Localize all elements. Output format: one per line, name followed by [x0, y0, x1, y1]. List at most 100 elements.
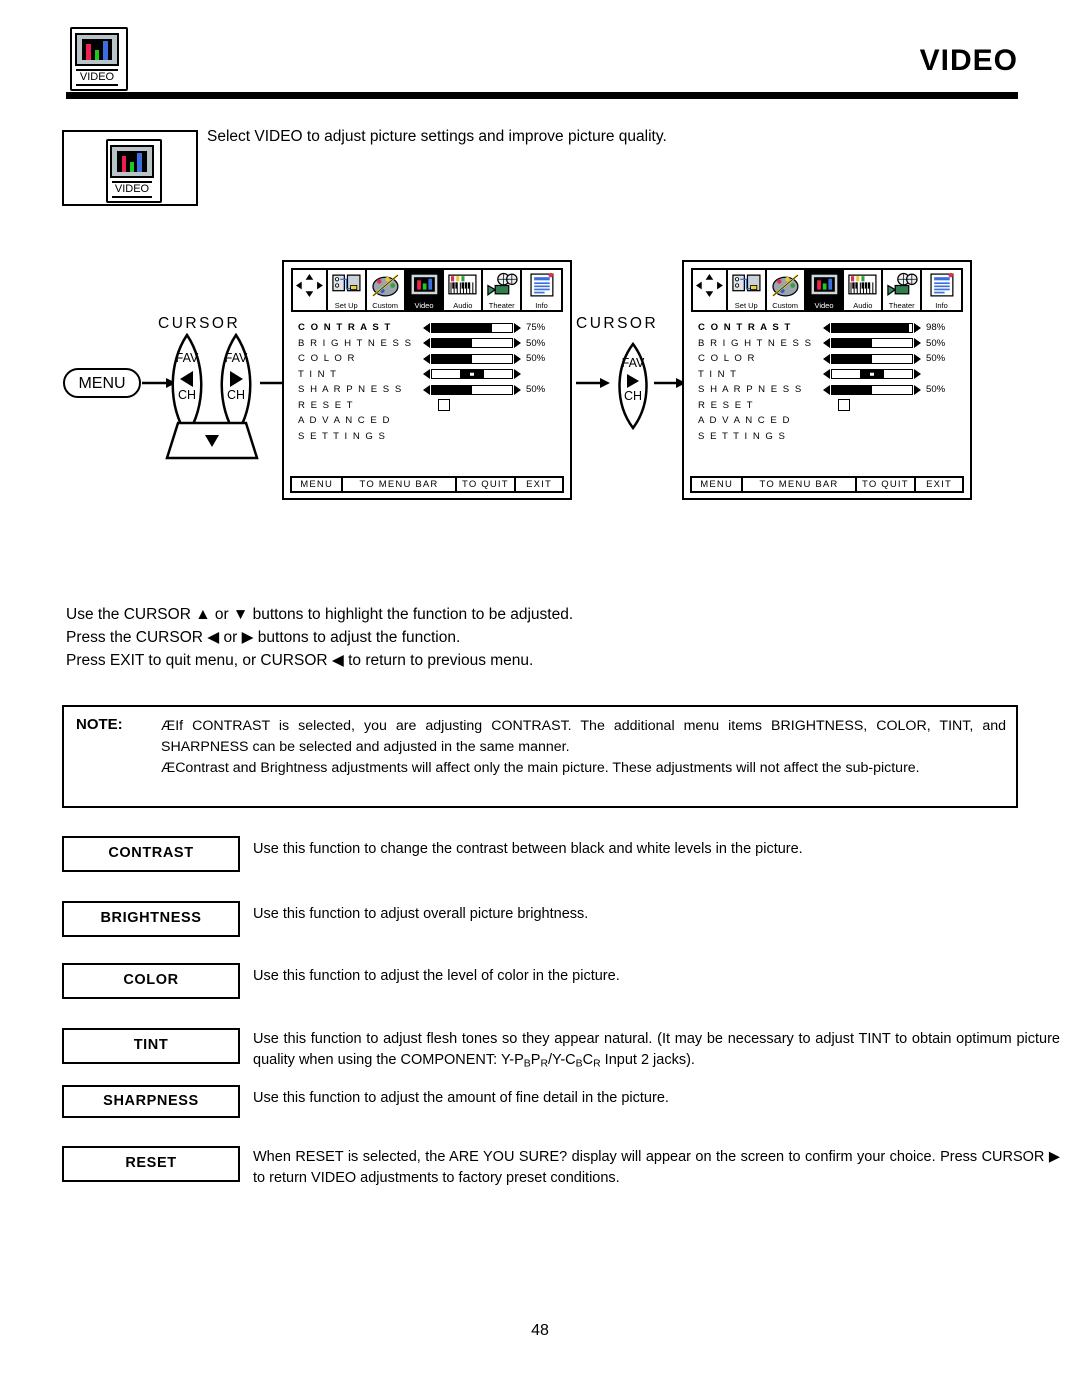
- osd-footer-cell[interactable]: MENU: [692, 478, 744, 491]
- slider-fill: [432, 354, 472, 363]
- osd-row[interactable]: S E T T I N G S: [698, 429, 962, 445]
- slider-track[interactable]: [831, 338, 913, 349]
- osd-slider[interactable]: [423, 353, 521, 364]
- osd-slider[interactable]: [823, 384, 921, 395]
- slider-right-arrow-icon[interactable]: [514, 353, 521, 364]
- cursor-down-button[interactable]: [164, 420, 260, 462]
- osd-tab-theater[interactable]: Theater: [883, 270, 923, 310]
- osd-row[interactable]: S H A R P N E S S 50%: [298, 382, 562, 398]
- osd-tab-set-up[interactable]: Set Up: [727, 270, 767, 310]
- set-up-icon: [730, 272, 763, 299]
- osd-tab-custom[interactable]: Custom: [766, 270, 806, 310]
- slider-right-arrow-icon[interactable]: [914, 338, 921, 349]
- slider-track[interactable]: [431, 384, 513, 395]
- osd-row[interactable]: R E S E T: [298, 398, 562, 414]
- osd-slider[interactable]: [423, 322, 521, 333]
- osd-slider[interactable]: [823, 322, 921, 333]
- osd-footer-cell[interactable]: MENU: [292, 478, 344, 491]
- osd-row[interactable]: B R I G H T N E S S 50%: [698, 336, 962, 352]
- slider-fill: [832, 354, 872, 363]
- osd-row[interactable]: S E T T I N G S: [298, 429, 562, 445]
- osd-row[interactable]: B R I G H T N E S S 50%: [298, 336, 562, 352]
- osd-row[interactable]: T I N T: [298, 367, 562, 383]
- osd-reset-checkbox[interactable]: [438, 399, 450, 412]
- slider-right-arrow-icon[interactable]: [514, 384, 521, 395]
- osd-tab-info[interactable]: Info: [922, 270, 961, 310]
- slider-track[interactable]: [431, 338, 513, 349]
- slider-left-arrow-icon[interactable]: [423, 338, 430, 349]
- slider-track[interactable]: [431, 369, 513, 380]
- osd-row[interactable]: R E S E T: [698, 398, 962, 414]
- slider-right-arrow-icon[interactable]: [514, 322, 521, 333]
- osd-tab-audio[interactable]: Audio: [844, 270, 884, 310]
- icon-bar-green: [129, 161, 135, 173]
- slider-right-arrow-icon[interactable]: [514, 338, 521, 349]
- osd-slider[interactable]: [823, 369, 921, 380]
- osd-row-label: T I N T: [698, 368, 738, 380]
- osd-row[interactable]: T I N T: [698, 367, 962, 383]
- slider-left-arrow-icon[interactable]: [823, 338, 830, 349]
- osd-row-label: C O L O R: [698, 353, 756, 365]
- slider-left-arrow-icon[interactable]: [423, 322, 430, 333]
- osd-slider[interactable]: [423, 384, 521, 395]
- slider-track[interactable]: [431, 353, 513, 364]
- slider-right-arrow-icon[interactable]: [514, 369, 521, 380]
- slider-left-arrow-icon[interactable]: [823, 353, 830, 364]
- video-icon: [408, 272, 441, 299]
- osd-slider[interactable]: [823, 353, 921, 364]
- osd-footer-cell[interactable]: TO QUIT: [857, 478, 917, 491]
- osd-row-label: B R I G H T N E S S: [698, 337, 813, 349]
- cursor-right-arrow-icon: [230, 371, 243, 387]
- osd-row[interactable]: A D V A N C E D: [298, 413, 562, 429]
- slider-left-arrow-icon[interactable]: [423, 369, 430, 380]
- osd-footer-cell[interactable]: TO QUIT: [457, 478, 517, 491]
- osd-slider[interactable]: [423, 338, 521, 349]
- slider-right-arrow-icon[interactable]: [914, 369, 921, 380]
- slider-left-arrow-icon[interactable]: [423, 353, 430, 364]
- osd-footer-cell[interactable]: TO MENU BAR: [343, 478, 457, 491]
- osd-reset-checkbox[interactable]: [838, 399, 850, 412]
- slider-right-arrow-icon[interactable]: [914, 384, 921, 395]
- osd-row[interactable]: C O L O R 50%: [698, 351, 962, 367]
- osd-row[interactable]: S H A R P N E S S 50%: [698, 382, 962, 398]
- slider-track[interactable]: [831, 322, 913, 333]
- slider-left-arrow-icon[interactable]: [823, 384, 830, 395]
- osd-tab-cursor-pad[interactable]: [293, 270, 328, 310]
- osd-tab-set-up[interactable]: Set Up: [327, 270, 367, 310]
- osd-tab-video[interactable]: Video: [805, 270, 845, 310]
- slider-right-arrow-icon[interactable]: [914, 322, 921, 333]
- slider-left-arrow-icon[interactable]: [423, 384, 430, 395]
- osd-tab-theater[interactable]: Theater: [483, 270, 523, 310]
- osd-tab-custom[interactable]: Custom: [366, 270, 406, 310]
- osd-tab-video[interactable]: Video: [405, 270, 445, 310]
- slider-track[interactable]: [831, 384, 913, 395]
- osd-value: 50%: [526, 353, 546, 365]
- osd-tab-cursor-pad[interactable]: [693, 270, 728, 310]
- osd-footer-cell[interactable]: EXIT: [516, 478, 562, 491]
- icon-caption: VIDEO: [111, 180, 153, 198]
- osd-row[interactable]: C O N T R A S T 75%: [298, 320, 562, 336]
- osd-row[interactable]: C O L O R 50%: [298, 351, 562, 367]
- video-icon: [808, 272, 841, 299]
- osd-row[interactable]: A D V A N C E D: [698, 413, 962, 429]
- icon-bar-green: [94, 49, 100, 61]
- osd-slider[interactable]: [823, 338, 921, 349]
- osd-footer: MENU TO MENU BAR TO QUIT EXIT: [690, 476, 964, 493]
- osd-slider[interactable]: [423, 369, 521, 380]
- menu-button[interactable]: MENU: [63, 368, 141, 398]
- osd-footer-cell[interactable]: EXIT: [916, 478, 962, 491]
- slider-fill: [432, 323, 492, 332]
- slider-left-arrow-icon[interactable]: [823, 322, 830, 333]
- slider-track[interactable]: [831, 369, 913, 380]
- osd-tab-audio[interactable]: Audio: [444, 270, 484, 310]
- cursor-middle-ch-label: CH: [623, 389, 643, 403]
- slider-fill: [432, 339, 472, 348]
- slider-track[interactable]: [831, 353, 913, 364]
- slider-track[interactable]: [431, 322, 513, 333]
- osd-row[interactable]: C O N T R A S T 98%: [698, 320, 962, 336]
- osd-tab-info[interactable]: Info: [522, 270, 561, 310]
- icon-bar-red: [121, 156, 127, 173]
- slider-left-arrow-icon[interactable]: [823, 369, 830, 380]
- osd-footer-cell[interactable]: TO MENU BAR: [743, 478, 857, 491]
- slider-right-arrow-icon[interactable]: [914, 353, 921, 364]
